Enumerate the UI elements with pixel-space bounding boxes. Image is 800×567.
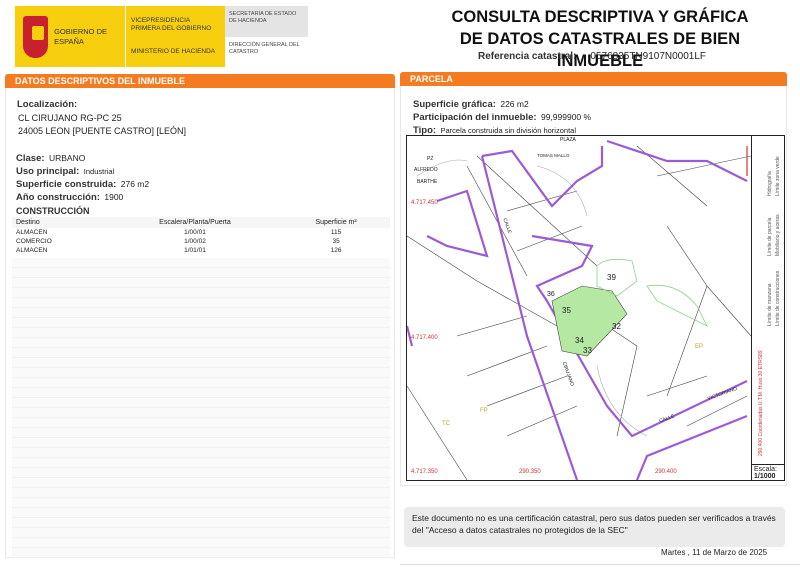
map-label-pz: PZ	[427, 156, 434, 162]
col-destino: Destino	[16, 219, 40, 226]
type-value: Parcela construida sin división horizont…	[440, 126, 577, 135]
direccion-text: DIRECCIÓN GENERAL DEL CATASTRO	[229, 41, 300, 55]
cell: COMERCIO	[12, 237, 108, 246]
disclaimer-note: Este documento no es una certificación c…	[404, 507, 785, 547]
coord-x-2: 290.400	[655, 469, 677, 475]
scale-value: 1/1000	[754, 473, 776, 480]
map-scale: Escala: 1/1000	[751, 464, 785, 481]
legend-construction-limit: Límite de construcciones	[775, 270, 781, 326]
cell: 1/00/01	[107, 228, 283, 237]
scale-label: Escala:	[754, 466, 777, 473]
cadastral-map[interactable]: PLAZA TOMAS MALLO PZ ALFREDO BARTHE CALL…	[406, 135, 785, 481]
col-escalera: Escalera/Planta/Puerta	[159, 219, 231, 226]
cell: 126	[282, 246, 390, 255]
ministerio-text: MINISTERIO DE HACIENDA	[131, 47, 216, 55]
cadastral-reference: Referencia catastral: 0576835TN9107N0001L…	[478, 51, 706, 62]
map-label-plaza: PLAZA	[560, 137, 576, 143]
table-row: ALMACEN 1/00/01 115	[12, 228, 390, 237]
map-label-fp: FP	[480, 408, 488, 414]
year-label: Año construcción:	[16, 192, 100, 203]
vice-text: VICEPRESIDENCIA PRIMERA DEL GOBIERNO	[131, 17, 212, 33]
title-line-1: CONSULTA DESCRIPTIVA Y GRÁFICA	[451, 8, 749, 26]
map-label-tomas-mallo: TOMAS MALLO	[537, 153, 570, 158]
ref-value: 0576835TN9107N0001LF	[590, 51, 707, 62]
map-legend: 290.400 Coordenadas U.T.M. Huso 30 ETRS8…	[751, 136, 785, 468]
table-background	[12, 258, 390, 558]
coat-of-arms-icon	[23, 15, 49, 58]
cell: ALMACEN	[12, 246, 108, 255]
parcel-number-39: 39	[607, 273, 616, 282]
coord-x-1: 290.350	[519, 469, 541, 475]
location-label: Localización:	[17, 99, 78, 110]
parcel-number-34: 34	[575, 336, 584, 345]
cell: 1/00/02	[107, 237, 283, 246]
parcel-number-33: 33	[583, 346, 592, 355]
parcel-number-35: 35	[562, 306, 571, 315]
coord-y-3: 4.717.350	[411, 469, 438, 475]
construction-table: Destino Escalera/Planta/Puerta Superficie …	[12, 217, 390, 255]
gov-text: GOBIERNO DE ESPAÑA	[54, 26, 107, 46]
table-row: COMERCIO 1/00/02 35	[12, 237, 390, 246]
legend-hydrography: Hidrografía	[767, 171, 773, 196]
map-label-ep: EP	[695, 344, 704, 350]
map-label-tc: TC	[442, 421, 450, 427]
descriptive-section-header: DATOS DESCRIPTIVOS DEL INMUEBLE	[5, 74, 395, 88]
footer-divider	[400, 564, 800, 565]
parcel-section-header: PARCELA	[400, 72, 787, 86]
coord-y-2: 4.717.400	[411, 335, 438, 341]
col-superficie: Superficie m²	[315, 219, 357, 226]
cell: 1/01/01	[107, 246, 283, 255]
location-line-1: CL CIRUJANO RG-PC 25	[18, 113, 122, 123]
title-line-2: DE DATOS CATASTRALES DE BIEN INMUEBLE	[459, 30, 741, 70]
coord-y-1: 4.717.450	[411, 200, 438, 206]
map-label-barthe: BARTHE	[417, 179, 438, 185]
parcel-number-36: 36	[547, 291, 555, 298]
document-date: Martes , 11 de Marzo de 2025	[661, 548, 768, 557]
legend-block-limit: Límite de manzana	[767, 283, 773, 326]
legend-furniture: Mobiliario y aceras	[775, 214, 781, 256]
map-label-alfredo: ALFREDO	[414, 167, 438, 173]
location-line-2: 24005 LEON [PUENTE CASTRO] [LEÓN]	[18, 126, 187, 136]
legend-parcel-limit: Límite de parcela	[767, 217, 773, 256]
cell: 35	[282, 237, 390, 246]
legend-utm: 290.400 Coordenadas U.T.M. Huso 30 ETRS8…	[758, 350, 764, 456]
construction-title: CONSTRUCCIÓN	[16, 206, 90, 216]
parcel-number-32: 32	[612, 322, 621, 331]
cell: ALMACEN	[12, 228, 108, 237]
ref-label: Referencia catastral:	[478, 51, 577, 62]
built-area-value: 276 m2	[120, 179, 150, 189]
secretaria-text: SECRETARÍA DE ESTADO DE HACIENDA	[225, 6, 308, 37]
government-logo: GOBIERNO DE ESPAÑA VICEPRESIDENCIA PRIME…	[15, 6, 308, 67]
table-row: ALMACEN 1/01/01 126	[12, 246, 390, 255]
year-value: 1900	[104, 192, 124, 202]
cell: 115	[282, 228, 390, 237]
legend-green-zone: Límite zona verde	[775, 156, 781, 196]
map-drawing	[407, 139, 751, 480]
page-title: CONSULTA DESCRIPTIVA Y GRÁFICA DE DATOS C…	[415, 6, 785, 72]
